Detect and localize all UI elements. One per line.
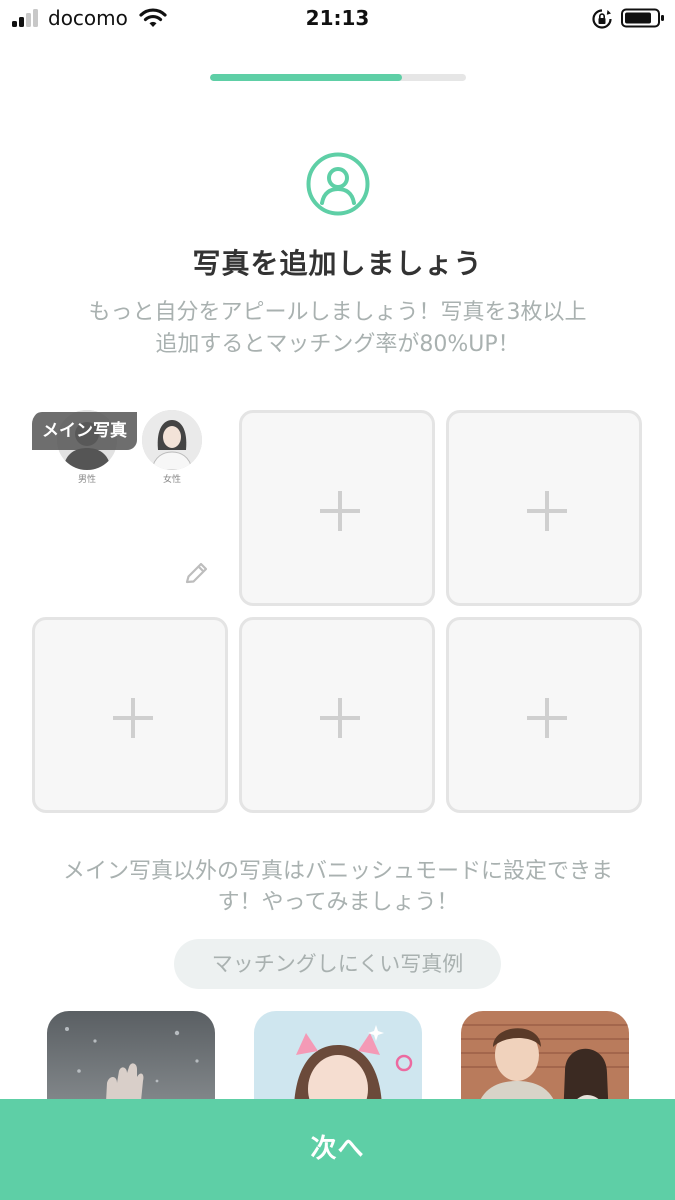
vanish-note-line-1: メイン写真以外の写真はバニッシュモードに設定できま	[62, 859, 613, 884]
subtitle-line-1: もっと自分をアピールしましょう！写真を3枚以上	[88, 300, 587, 325]
photo-slot-4[interactable]	[32, 617, 228, 813]
subtitle-line-2: 追加するとマッチング率が80%UP！	[155, 332, 520, 357]
main-photo-badge: メイン写真	[32, 412, 137, 450]
battery-icon	[621, 8, 664, 28]
photo-slot-6[interactable]	[446, 617, 642, 813]
plus-icon	[320, 698, 360, 738]
plus-icon	[527, 491, 567, 531]
male-avatar-caption: 男性	[77, 475, 96, 485]
next-button[interactable]: 次へ	[0, 1099, 675, 1200]
vanish-mode-note: メイン写真以外の写真はバニッシュモードに設定できま す！やってみましょう！	[38, 856, 638, 918]
page-title: 写真を追加しましょう	[192, 247, 483, 280]
photo-slot-2[interactable]	[239, 410, 435, 606]
plus-icon	[113, 698, 153, 738]
bad-photo-examples-label[interactable]: マッチングしにくい写真例	[174, 939, 501, 989]
plus-icon	[320, 491, 360, 531]
photo-slot-5[interactable]	[239, 617, 435, 813]
photo-grid: 男性 女性 メイン写真	[32, 410, 643, 815]
progress-fill	[210, 74, 402, 81]
user-profile-icon	[306, 152, 370, 216]
rotation-lock-icon	[592, 9, 612, 29]
progress-bar	[210, 74, 466, 81]
status-bar: docomo 21:13	[0, 0, 675, 40]
vanish-note-line-2: す！やってみましょう！	[217, 890, 459, 915]
pencil-icon[interactable]	[182, 560, 210, 588]
female-silhouette-icon	[142, 410, 202, 470]
female-avatar-caption: 女性	[162, 475, 181, 485]
plus-icon	[527, 698, 567, 738]
subtitle: もっと自分をアピールしましょう！写真を3枚以上 追加するとマッチング率が80%U…	[40, 297, 635, 361]
status-time: 21:13	[305, 6, 370, 30]
female-avatar-sample	[142, 410, 202, 470]
main-photo-slot[interactable]: 男性 女性 メイン写真	[32, 410, 228, 606]
photo-slot-3[interactable]	[446, 410, 642, 606]
